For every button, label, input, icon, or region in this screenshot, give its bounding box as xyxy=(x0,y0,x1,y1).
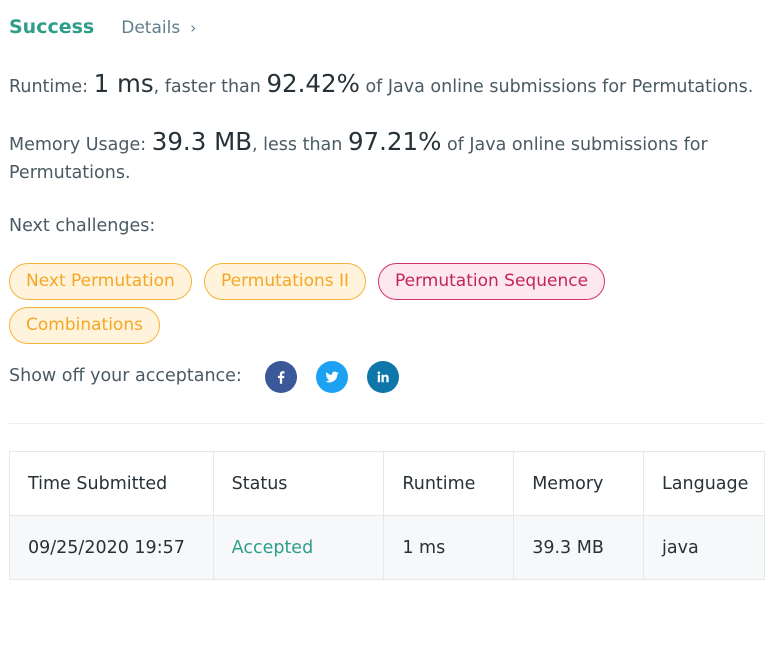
share-label: Show off your acceptance: xyxy=(9,366,242,386)
memory-cell: 39.3 MB xyxy=(513,515,645,580)
memory-middle: , less than xyxy=(252,135,343,155)
runtime-value: 1 ms xyxy=(93,69,154,98)
memory-percent: 97.21% xyxy=(347,127,442,156)
linkedin-icon[interactable] xyxy=(367,361,399,393)
details-link[interactable]: Details › xyxy=(121,18,196,38)
runtime-summary: Runtime: 1 ms, faster than 92.42% of Jav… xyxy=(9,70,753,101)
column-header: Memory xyxy=(513,451,645,516)
challenge-tag-permutation-sequence[interactable]: Permutation Sequence xyxy=(378,263,606,300)
challenge-tag-next-permutation[interactable]: Next Permutation xyxy=(9,263,192,300)
submissions-table: Time Submitted Status Runtime Memory Lan… xyxy=(9,451,765,580)
memory-label: Memory Usage: xyxy=(9,135,147,155)
table-header-row: Time Submitted Status Runtime Memory Lan… xyxy=(9,451,765,516)
runtime-cell: 1 ms xyxy=(383,515,515,580)
details-label: Details xyxy=(121,18,181,38)
section-divider xyxy=(9,423,765,424)
challenge-tag-permutations-ii[interactable]: Permutations II xyxy=(204,263,367,300)
memory-summary: Memory Usage: 39.3 MB, less than 97.21% … xyxy=(9,128,709,187)
time-submitted-cell: 09/25/2020 19:57 xyxy=(9,515,214,580)
column-header: Language xyxy=(643,451,765,516)
runtime-middle: , faster than xyxy=(153,77,261,97)
twitter-icon[interactable] xyxy=(316,361,348,393)
runtime-percent: 92.42% xyxy=(266,69,360,98)
chevron-right-icon: › xyxy=(190,19,197,37)
column-header: Time Submitted xyxy=(9,451,214,516)
facebook-icon[interactable] xyxy=(265,361,297,393)
status-accepted-link[interactable]: Accepted xyxy=(212,515,385,580)
challenge-tag-combinations[interactable]: Combinations xyxy=(9,307,160,344)
column-header: Status xyxy=(212,451,385,516)
column-header: Runtime xyxy=(383,451,515,516)
result-status: Success xyxy=(9,16,95,38)
result-header: Success Details › xyxy=(9,16,196,38)
table-row: 09/25/2020 19:57 Accepted 1 ms 39.3 MB j… xyxy=(9,515,765,580)
runtime-suffix: of Java online submissions for Permutati… xyxy=(365,77,754,97)
next-challenges-title: Next challenges: xyxy=(9,216,156,236)
language-cell: java xyxy=(643,515,765,580)
runtime-label: Runtime: xyxy=(9,77,88,97)
memory-value: 39.3 MB xyxy=(151,127,253,156)
